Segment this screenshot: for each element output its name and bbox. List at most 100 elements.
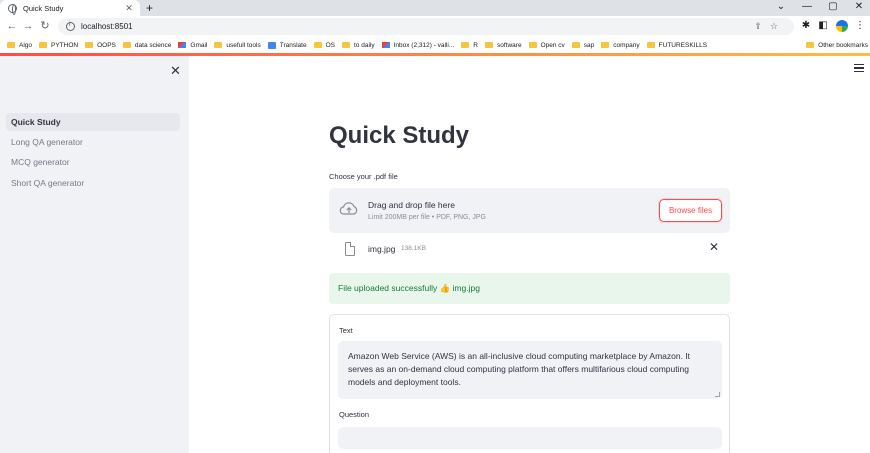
bookmark-item[interactable]: Algo (7, 42, 32, 49)
folder-icon (313, 42, 322, 48)
text-area-value: Amazon Web Service (AWS) is an all-inclu… (348, 351, 691, 387)
new-tab-button[interactable]: + (146, 0, 153, 16)
bookmark-label: OOPS (97, 41, 116, 49)
sidebar-item-short-qa[interactable]: Short QA generator (6, 174, 180, 192)
gmail-icon (178, 42, 187, 48)
bookmark-item[interactable]: Translate (267, 41, 307, 49)
bookmark-label: Translate (279, 41, 307, 49)
tab-title: Quick Study (23, 3, 64, 13)
uploaded-file-row: img.jpg 138.1KB ✕ (329, 240, 730, 262)
bookmark-item[interactable]: sap (571, 42, 594, 49)
folder-icon (461, 42, 470, 48)
folder-icon (214, 42, 223, 48)
browser-tab-bar: Quick Study ✕ + ⌄ — ▢ ✕ (0, 0, 870, 16)
cloud-upload-icon (339, 202, 358, 215)
question-input[interactable] (338, 427, 722, 449)
bookmark-label: FUTURESKILLS (658, 41, 708, 49)
bookmark-label: usefull tools (226, 41, 261, 49)
bookmark-label: OS (325, 41, 335, 49)
sidebar-item-mcq[interactable]: MCQ generator (6, 153, 180, 171)
bookmark-item[interactable]: R (461, 42, 478, 49)
menu-dots-icon[interactable]: ⋮ (853, 19, 867, 33)
gmail-icon (381, 42, 390, 48)
close-window-button[interactable]: ✕ (846, 0, 870, 16)
folder-icon (646, 42, 655, 48)
bookmark-label: PYTHON (51, 41, 79, 49)
hamburger-menu-icon[interactable] (854, 64, 864, 72)
text-area[interactable]: Amazon Web Service (AWS) is an all-inclu… (338, 341, 722, 399)
upload-success-alert: File uploaded successfully 👍 img.jpg (329, 273, 730, 304)
bookmark-item[interactable]: Inbox (2,312) - valli... (381, 41, 455, 49)
question-label: Question (339, 410, 370, 419)
forward-icon[interactable]: → (20, 16, 36, 37)
globe-icon (8, 3, 17, 15)
folder-icon (341, 42, 350, 48)
maximize-button[interactable]: ▢ (820, 0, 846, 16)
page-title: Quick Study (329, 122, 470, 149)
folder-icon (85, 42, 94, 48)
bookmark-label: data science (134, 41, 172, 49)
site-info-icon[interactable] (66, 21, 75, 31)
share-icon[interactable]: ⇪ (754, 21, 770, 31)
folder-icon (122, 42, 131, 48)
url-text: localhost:8501 (81, 22, 133, 31)
folder-icon (485, 42, 493, 48)
bookmark-label: Open cv (540, 41, 565, 49)
profile-avatar[interactable] (836, 20, 848, 32)
minimize-button[interactable]: — (794, 0, 820, 16)
bookmark-item[interactable]: software (485, 42, 522, 49)
bookmark-label: Gmail (190, 41, 208, 49)
bookmark-item[interactable]: OOPS (85, 42, 116, 49)
remove-file-icon[interactable]: ✕ (709, 240, 719, 254)
sidebar: ✕ Quick Study Long QA generator MCQ gene… (0, 56, 189, 453)
bookmark-item[interactable]: data science (122, 41, 172, 49)
star-icon[interactable]: ☆ (770, 21, 786, 31)
bookmark-label: Inbox (2,312) - valli... (393, 41, 455, 49)
file-icon (345, 242, 355, 256)
bookmark-item[interactable]: PYTHON (39, 42, 78, 49)
bookmark-item[interactable]: FUTURESKILLS (646, 41, 708, 49)
folder-icon (806, 42, 815, 48)
bookmark-label: R (473, 41, 478, 49)
other-bookmarks[interactable]: Other bookmarks (800, 37, 868, 53)
qa-form: Text Amazon Web Service (AWS) is an all-… (329, 314, 730, 453)
bookmark-item[interactable]: Open cv (528, 41, 565, 49)
bookmark-item[interactable]: company (601, 41, 640, 49)
file-name: img.jpg (368, 244, 396, 254)
sidebar-item-quick-study[interactable]: Quick Study (6, 113, 180, 131)
folder-icon (7, 42, 15, 48)
bookmark-label: to daily (353, 41, 375, 49)
folder-icon (571, 42, 580, 48)
sidebar-item-long-qa[interactable]: Long QA generator (6, 133, 180, 151)
dropzone-limit: Limit 200MB per file • PDF, PNG, JPG (368, 214, 486, 221)
bookmark-item[interactable]: to daily (341, 41, 375, 49)
sidebar-close-icon[interactable]: ✕ (170, 63, 181, 79)
bookmark-item[interactable]: Gmail (178, 42, 207, 49)
resize-handle-icon[interactable] (715, 392, 720, 397)
folder-icon (528, 42, 537, 48)
bookmark-label: company (613, 41, 640, 49)
back-icon[interactable]: ← (4, 16, 20, 37)
extensions-icon[interactable]: ✱ (799, 19, 813, 33)
browser-tab[interactable]: Quick Study ✕ (0, 0, 140, 16)
address-bar[interactable]: localhost:8501 ⇪☆ (58, 18, 794, 35)
bookmarks-bar: Algo PYTHON OOPS data science Gmail usefull t… (0, 37, 870, 53)
bookmark-item[interactable]: OS (313, 41, 335, 49)
bookmark-label: Algo (19, 41, 33, 49)
file-dropzone[interactable]: Drag and drop file here Limit 200MB per … (329, 188, 730, 233)
browse-files-button[interactable]: Browse files (659, 199, 722, 222)
main-content: Quick Study Choose your .pdf file Drag a… (189, 56, 870, 453)
uploader-label: Choose your .pdf file (329, 172, 398, 181)
browser-toolbar: ← → ↻ localhost:8501 ⇪☆ ✱ ◧ ⋮ (0, 16, 870, 37)
bookmark-item[interactable]: usefull tools (214, 41, 261, 49)
dropzone-title: Drag and drop file here (368, 200, 455, 210)
other-bookmarks-label: Other bookmarks (818, 41, 868, 49)
reload-icon[interactable]: ↻ (37, 16, 53, 37)
folder-icon (39, 42, 48, 48)
folder-icon (601, 42, 610, 48)
tab-close-icon[interactable]: ✕ (122, 3, 136, 14)
side-panel-icon[interactable]: ◧ (816, 19, 830, 33)
omnibox-actions: ⇪☆ (754, 18, 786, 35)
translate-icon (267, 41, 276, 49)
tab-search-icon[interactable]: ⌄ (768, 0, 794, 16)
